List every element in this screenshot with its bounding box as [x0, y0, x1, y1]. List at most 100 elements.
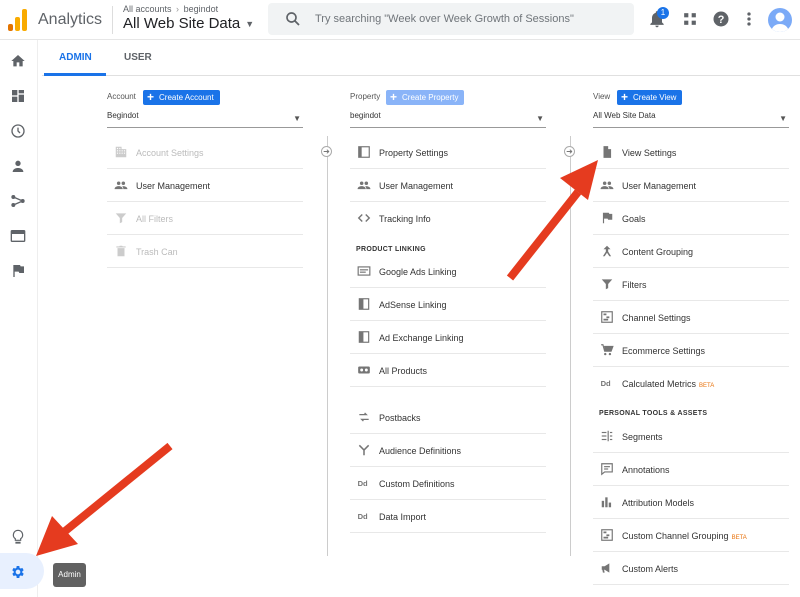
ecommerce-settings-label: Ecommerce Settings [622, 346, 706, 356]
ad-exchange-linking-label: Ad Exchange Linking [379, 333, 464, 343]
segments-icon [601, 430, 613, 442]
tab-admin[interactable]: ADMIN [59, 52, 92, 63]
account-settings-item[interactable]: Account Settings [107, 136, 303, 169]
code-icon [357, 214, 371, 222]
segments-item[interactable]: Segments [593, 420, 789, 453]
google-ads-linking-item[interactable]: Google Ads Linking [350, 255, 546, 288]
view-user-management-item[interactable]: User Management [593, 169, 789, 202]
analytics-logo-icon[interactable] [8, 9, 28, 31]
beta-badge: BETA [731, 535, 747, 541]
attribution-models-item[interactable]: Attribution Models [593, 486, 789, 519]
postbacks-item[interactable]: Postbacks [350, 401, 546, 434]
svg-text:Dd: Dd [358, 479, 368, 488]
column-divider [327, 136, 328, 556]
all-filters-item[interactable]: All Filters [107, 202, 303, 235]
help-icon[interactable]: ? [711, 9, 731, 29]
people-icon [114, 181, 128, 190]
property-settings-label: Property Settings [379, 148, 449, 158]
custom-definitions-item[interactable]: Dd Custom Definitions [350, 467, 546, 500]
clock-icon[interactable] [10, 123, 26, 139]
account-user-management-item[interactable]: User Management [107, 169, 303, 202]
breadcrumb-account[interactable]: All accounts [123, 4, 172, 14]
calculated-metrics-item[interactable]: Dd Calculated Metrics BETA [593, 367, 789, 400]
tab-user[interactable]: USER [124, 52, 152, 63]
grouping-icon [602, 245, 612, 257]
breadcrumb-property[interactable]: begindot [184, 4, 219, 14]
view-selector-dropdown[interactable]: All Web Site Data ▼ [593, 111, 789, 128]
bar-chart-icon [601, 497, 612, 508]
admin-tooltip: Admin [53, 563, 86, 587]
property-user-management-item[interactable]: User Management [350, 169, 546, 202]
home-icon[interactable] [10, 53, 26, 69]
postbacks-label: Postbacks [379, 413, 421, 423]
dd-icon: Dd [601, 379, 611, 388]
adexchange-icon [358, 331, 370, 343]
caret-down-icon: ▼ [293, 114, 301, 123]
property-settings-item[interactable]: Property Settings [350, 136, 546, 169]
customization-icon[interactable] [10, 88, 26, 104]
all-filters-label: All Filters [136, 214, 174, 224]
dd-icon: Dd [358, 479, 368, 488]
view-user-management-label: User Management [622, 181, 697, 191]
audience-definitions-item[interactable]: Audience Definitions [350, 434, 546, 467]
create-property-button[interactable]: + Create Property [386, 90, 465, 105]
view-filters-item[interactable]: Filters [593, 268, 789, 301]
lightbulb-icon[interactable] [10, 529, 26, 545]
all-products-item[interactable]: All Products [350, 354, 546, 387]
google-ads-linking-label: Google Ads Linking [379, 267, 457, 277]
annotations-label: Annotations [622, 465, 670, 475]
tracking-info-item[interactable]: Tracking Info [350, 202, 546, 235]
left-nav [0, 40, 38, 597]
person-icon[interactable] [10, 158, 26, 174]
property-user-management-label: User Management [379, 181, 454, 191]
column-divider [570, 136, 571, 556]
acquisition-icon[interactable] [10, 193, 26, 209]
account-selector[interactable]: Begindot ▼ [107, 111, 303, 128]
channel-settings-item[interactable]: Channel Settings [593, 301, 789, 334]
personal-tools-heading: PERSONAL TOOLS & ASSETS [599, 410, 708, 417]
behavior-icon[interactable] [10, 228, 26, 244]
view-selector[interactable]: All Web Site Data ▼ [123, 15, 254, 32]
calculated-metrics-text: Calculated Metrics [622, 379, 697, 389]
view-heading: View [593, 92, 611, 101]
caret-down-icon: ▼ [779, 114, 787, 123]
annotation-icon [601, 463, 613, 476]
svg-text:Dd: Dd [358, 512, 368, 521]
search-bar[interactable]: Try searching "Week over Week Growth of … [268, 3, 634, 35]
chevron-right-icon: › [176, 4, 180, 14]
more-vert-icon[interactable] [739, 9, 759, 29]
goals-item[interactable]: Goals [593, 202, 789, 235]
view-selected: All Web Site Data [593, 111, 656, 120]
document-icon [603, 146, 612, 158]
adsense-linking-item[interactable]: AdSense Linking [350, 288, 546, 321]
data-import-item[interactable]: Dd Data Import [350, 500, 546, 533]
property-selector[interactable]: begindot ▼ [350, 111, 546, 128]
user-avatar-icon [771, 12, 789, 32]
beta-badge: BETA [699, 383, 715, 389]
custom-channel-grouping-item[interactable]: Custom Channel Grouping BETA [593, 519, 789, 552]
create-account-button[interactable]: + Create Account [143, 90, 220, 105]
content-grouping-item[interactable]: Content Grouping [593, 235, 789, 268]
apps-grid-icon[interactable] [680, 9, 700, 29]
conversions-flag-icon[interactable] [10, 263, 26, 279]
avatar[interactable] [768, 8, 792, 32]
breadcrumb[interactable]: All accounts › begindot [123, 4, 218, 14]
link-icon [358, 366, 370, 374]
trash-can-item[interactable]: Trash Can [107, 235, 303, 268]
view-settings-item[interactable]: View Settings [593, 136, 789, 169]
ad-exchange-linking-item[interactable]: Ad Exchange Linking [350, 321, 546, 354]
account-user-management-label: User Management [136, 181, 211, 191]
create-view-button[interactable]: + Create View [617, 90, 683, 105]
annotations-item[interactable]: Annotations [593, 453, 789, 486]
people-icon [600, 181, 614, 190]
app-name: Analytics [38, 11, 103, 28]
ecommerce-settings-item[interactable]: Ecommerce Settings [593, 334, 789, 367]
custom-alerts-item[interactable]: Custom Alerts [593, 552, 789, 585]
custom-channel-grouping-label: Custom Channel Grouping BETA [622, 531, 747, 541]
plus-icon: + [621, 90, 629, 104]
active-tab-indicator [44, 73, 106, 76]
filter-icon [115, 213, 127, 224]
admin-gear-icon[interactable] [10, 564, 26, 580]
calculated-metrics-label: Calculated Metrics BETA [622, 379, 714, 389]
property-selected: begindot [350, 111, 381, 120]
